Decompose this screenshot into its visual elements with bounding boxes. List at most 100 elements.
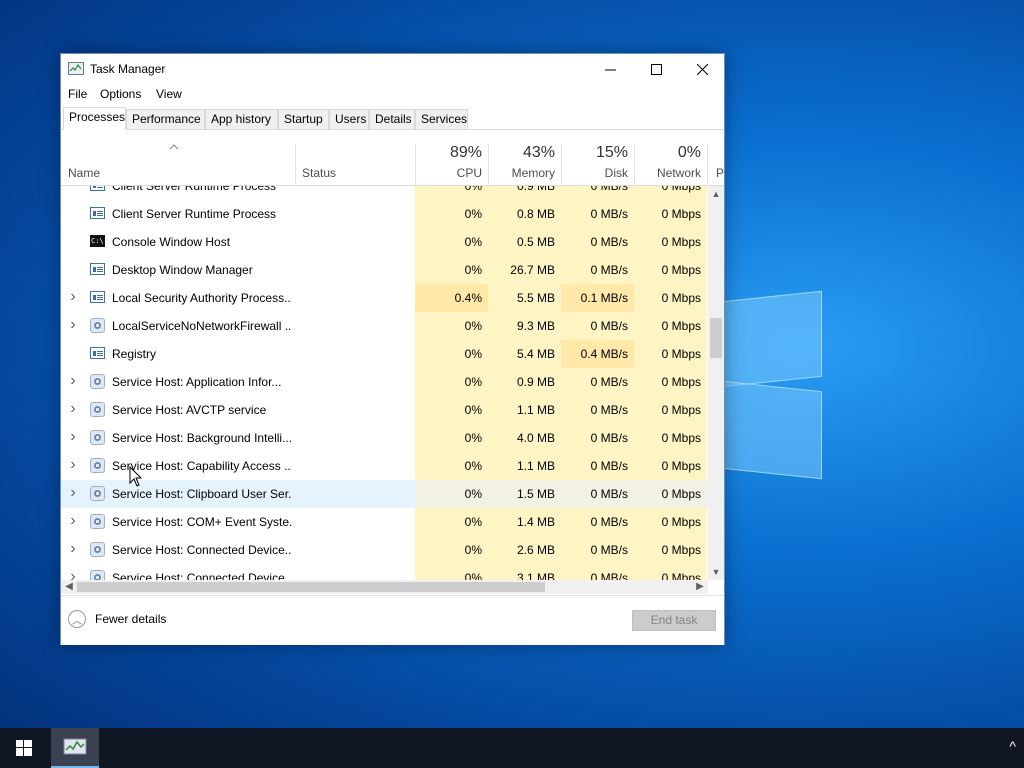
vertical-scrollbar[interactable]: ▲ ▼ [708, 186, 724, 580]
header-power-partial[interactable]: P [708, 144, 724, 185]
task-manager-icon [68, 62, 84, 75]
tab-users[interactable]: Users [329, 109, 369, 129]
menu-view[interactable]: View [156, 87, 182, 101]
start-button[interactable] [0, 728, 48, 768]
table-row[interactable]: › Service Host: Connected Device... 0% 3.1 … [61, 564, 708, 580]
expand-chevron-icon[interactable]: › [67, 452, 79, 480]
end-task-button[interactable]: End task [632, 610, 716, 631]
expand-chevron-icon[interactable]: › [67, 480, 79, 508]
gear-icon [90, 458, 106, 473]
table-row[interactable]: › Local Security Authority Process... 0.4%… [61, 284, 708, 312]
memory-value: 5.4 MB [488, 340, 561, 368]
scroll-down-arrow[interactable]: ▼ [708, 567, 724, 577]
memory-value: 0.5 MB [488, 228, 561, 256]
process-list: Client Server Runtime Process 0% 0.9 MB 0 M… [61, 186, 708, 580]
table-row[interactable]: › LocalServiceNoNetworkFirewall ... 0% 9.3 … [61, 312, 708, 340]
tab-services[interactable]: Services [415, 109, 468, 129]
table-row[interactable]: › Service Host: Application Infor... 0% 0.9… [61, 368, 708, 396]
table-row[interactable]: › Service Host: Connected Device... 0% 2.6 … [61, 536, 708, 564]
memory-value: 5.5 MB [488, 284, 561, 312]
console-icon: C:\ [90, 235, 105, 247]
scroll-left-arrow[interactable]: ◀ [62, 580, 76, 594]
footer: ︿ Fewer details End task [61, 595, 724, 645]
memory-value: 0.9 MB [488, 368, 561, 396]
disk-value: 0 MB/s [561, 480, 634, 508]
expand-chevron-icon[interactable]: › [67, 508, 79, 536]
table-row[interactable]: › Service Host: Capability Access ... 0% 1.… [61, 452, 708, 480]
network-value: 0 Mbps [634, 564, 707, 580]
expand-chevron-icon[interactable]: › [67, 284, 79, 312]
network-value: 0 Mbps [634, 452, 707, 480]
header-network[interactable]: 0% Network [634, 144, 707, 185]
header-name[interactable]: Name [61, 144, 295, 185]
disk-value: 0 MB/s [561, 508, 634, 536]
menu-file[interactable]: File [68, 87, 87, 101]
header-cpu[interactable]: 89% CPU [415, 144, 488, 185]
title-bar[interactable]: Task Manager [61, 54, 724, 84]
tab-startup[interactable]: Startup [278, 109, 329, 129]
table-row[interactable]: › Service Host: COM+ Event Syste... 0% 1.4 … [61, 508, 708, 536]
expand-chevron-icon[interactable]: › [67, 564, 79, 580]
fewer-details-label: Fewer details [95, 612, 167, 626]
table-row[interactable]: Client Server Runtime Process 0% 0.8 MB 0 M… [61, 200, 708, 228]
expand-chevron-icon[interactable]: › [67, 424, 79, 452]
tab-processes[interactable]: Processes [63, 107, 126, 130]
task-manager-window: Task Manager File Options View Processes… [60, 53, 725, 645]
process-name: Service Host: Connected Device... [112, 543, 292, 557]
menu-options[interactable]: Options [100, 87, 141, 101]
column-header: Name Status 89% CPU 43% Memory 15% Disk … [61, 144, 724, 186]
gear-icon [90, 374, 106, 389]
expand-chevron-icon[interactable]: › [67, 536, 79, 564]
expand-chevron-icon[interactable]: › [67, 396, 79, 424]
table-row[interactable]: Client Server Runtime Process 0% 0.9 MB 0 M… [61, 186, 708, 200]
vertical-scroll-thumb[interactable] [710, 318, 722, 358]
minimize-button[interactable] [587, 54, 633, 84]
disk-value: 0 MB/s [561, 312, 634, 340]
horizontal-scrollbar[interactable]: ◀ ▶ [61, 580, 708, 594]
cpu-value: 0% [415, 256, 488, 284]
cpu-value: 0% [415, 186, 488, 200]
expand-chevron-icon[interactable]: › [67, 312, 79, 340]
scroll-right-arrow[interactable]: ▶ [693, 580, 707, 594]
memory-value: 2.6 MB [488, 536, 561, 564]
expand-chevron-icon[interactable]: › [67, 368, 79, 396]
network-value: 0 Mbps [634, 536, 707, 564]
tab-performance[interactable]: Performance [126, 109, 205, 129]
process-name: LocalServiceNoNetworkFirewall ... [112, 319, 292, 333]
windows-start-icon [16, 740, 32, 756]
cpu-value: 0% [415, 396, 488, 424]
tab-details[interactable]: Details [369, 109, 415, 129]
mouse-cursor-icon [129, 466, 143, 487]
disk-value: 0 MB/s [561, 368, 634, 396]
process-icon [90, 186, 106, 192]
disk-value: 0 MB/s [561, 186, 634, 200]
scroll-up-arrow[interactable]: ▲ [708, 189, 724, 199]
tab-app-history[interactable]: App history [205, 109, 278, 129]
disk-value: 0 MB/s [561, 564, 634, 580]
tray-overflow-chevron-icon[interactable]: ^ [1009, 738, 1016, 754]
table-row[interactable]: Registry 0% 5.4 MB 0.4 MB/s 0 Mbps [61, 340, 708, 368]
header-memory[interactable]: 43% Memory [488, 144, 561, 185]
memory-value: 3.1 MB [488, 564, 561, 580]
cpu-value: 0% [415, 228, 488, 256]
disk-value: 0 MB/s [561, 200, 634, 228]
table-row[interactable]: Desktop Window Manager 0% 26.7 MB 0 MB/s 0 M… [61, 256, 708, 284]
process-name: Client Server Runtime Process [112, 186, 277, 193]
disk-value: 0.4 MB/s [561, 340, 634, 368]
table-row[interactable]: › Service Host: AVCTP service 0% 1.1 MB 0 MB… [61, 396, 708, 424]
disk-value: 0.1 MB/s [561, 284, 634, 312]
cpu-value: 0% [415, 368, 488, 396]
taskbar-task-manager[interactable] [51, 728, 99, 768]
header-disk[interactable]: 15% Disk [561, 144, 634, 185]
process-icon [90, 347, 106, 360]
memory-value: 4.0 MB [488, 424, 561, 452]
header-status[interactable]: Status [296, 144, 415, 185]
table-row[interactable]: › Service Host: Background Intelli... 0% 4.… [61, 424, 708, 452]
close-button[interactable] [679, 54, 725, 84]
table-row[interactable]: › Service Host: Clipboard User Ser... 0% 1.… [61, 480, 708, 508]
maximize-button[interactable] [633, 54, 679, 84]
fewer-details-button[interactable]: ︿ Fewer details [68, 610, 166, 628]
table-row[interactable]: C:\ Console Window Host 0% 0.5 MB 0 MB/s 0 Mb… [61, 228, 708, 256]
disk-value: 0 MB/s [561, 424, 634, 452]
horizontal-scroll-thumb[interactable] [77, 582, 545, 592]
